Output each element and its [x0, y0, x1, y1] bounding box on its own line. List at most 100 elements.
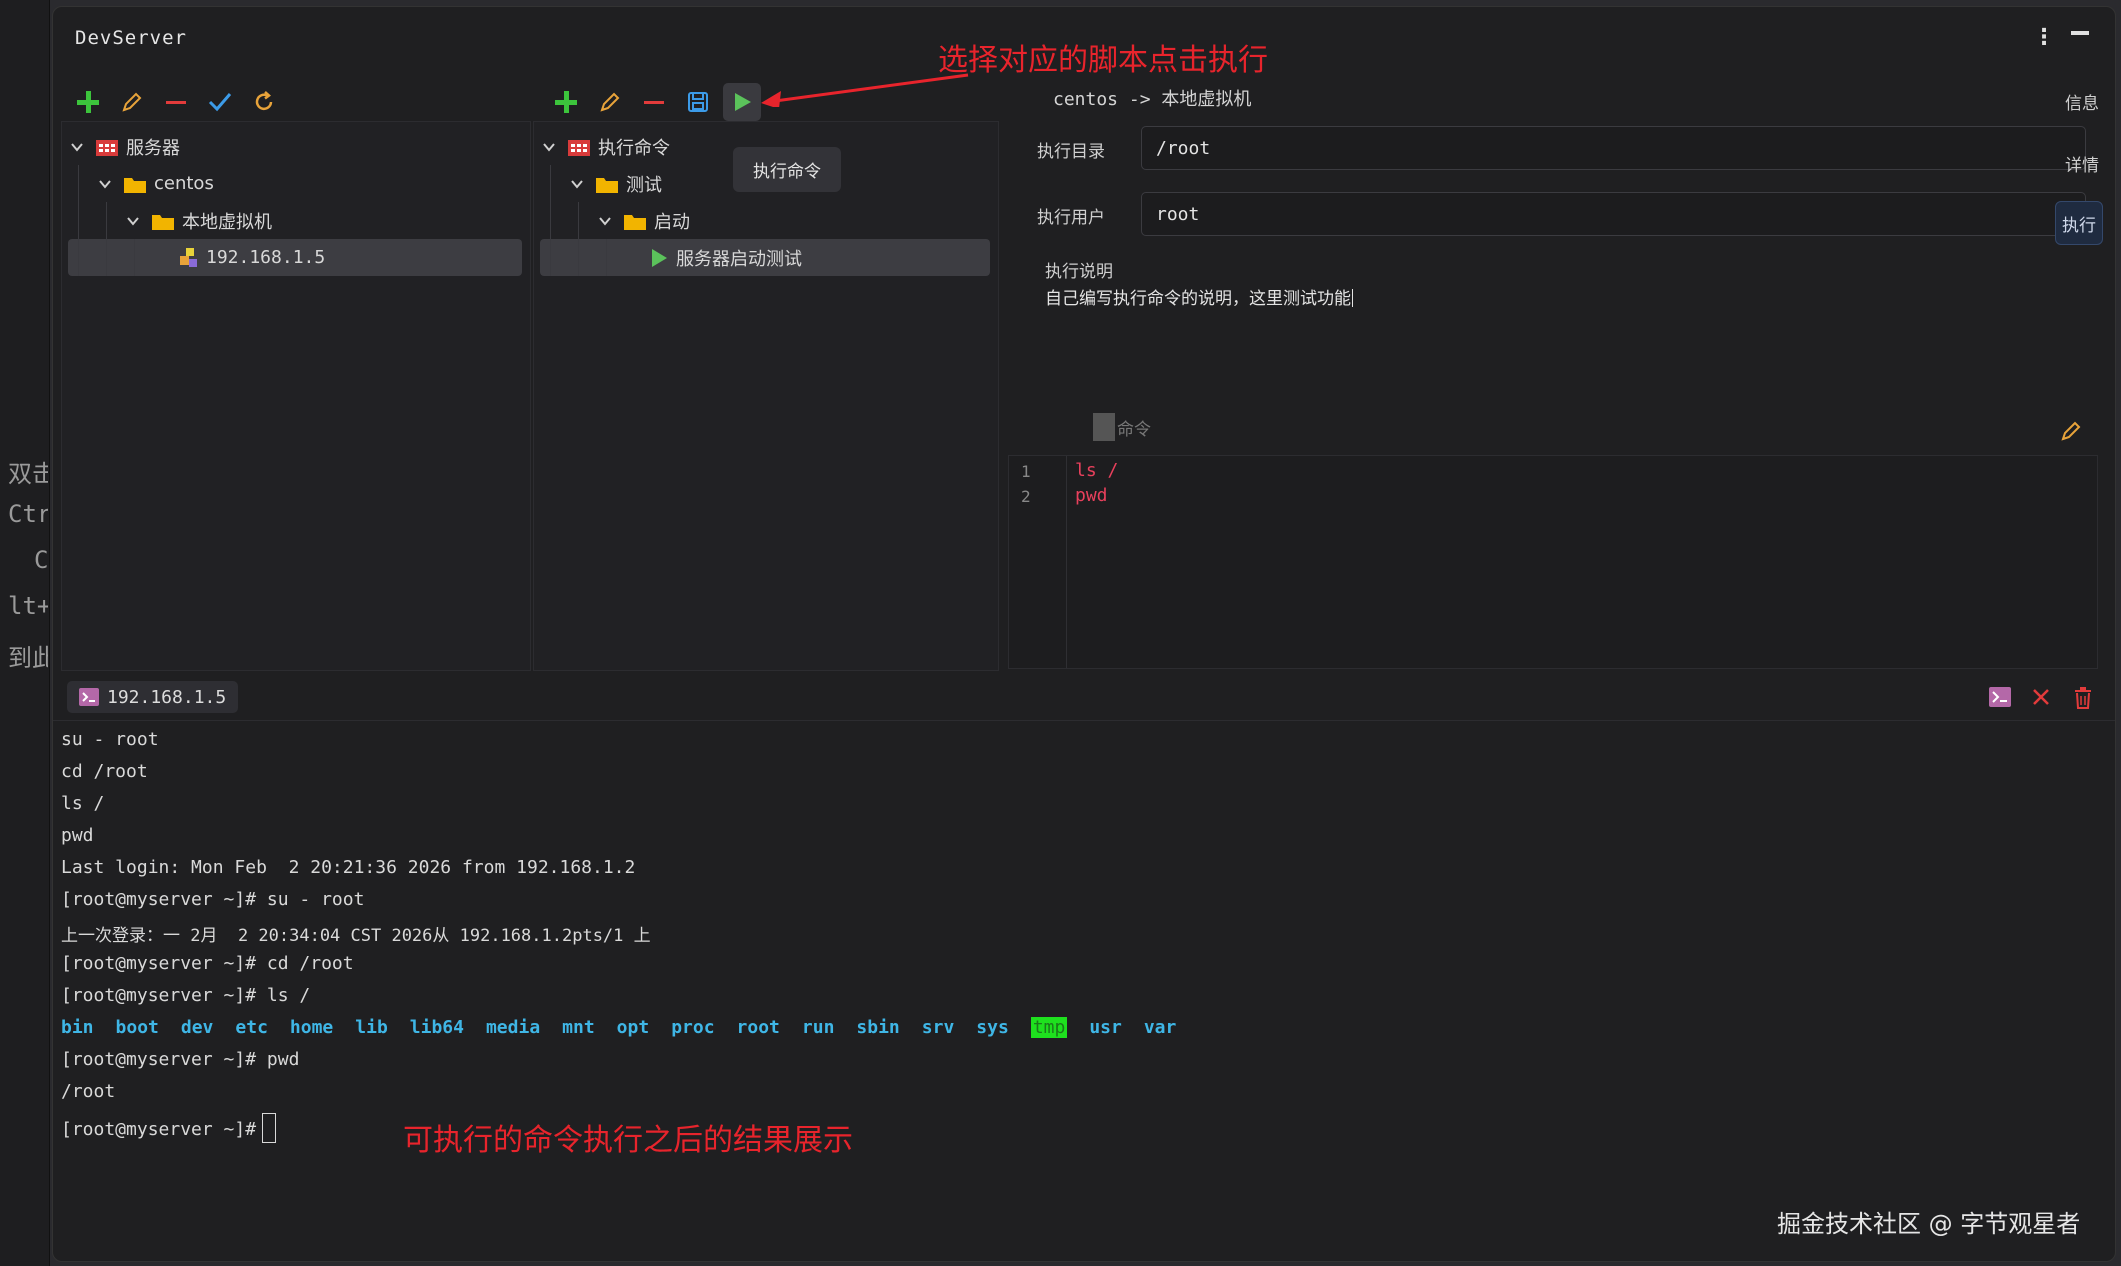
command-toolbar — [547, 83, 761, 123]
terminal-line: cd /root — [61, 761, 148, 782]
terminal-tab-label: 192.168.1.5 — [107, 686, 227, 708]
line-gutter: 1 2 — [1009, 456, 1067, 668]
desc-label: 执行说明 — [1045, 262, 1113, 282]
ls-output-line: bin boot dev etc home lib lib64 media mnt opt proc… — [61, 1017, 1198, 1038]
ls-output-item: srv — [921, 1017, 955, 1038]
edit-code-button[interactable] — [2059, 419, 2083, 447]
terminal-prompt-line: [root@myserver ~]# — [61, 1113, 277, 1143]
clear-terminal-button[interactable] — [2073, 687, 2093, 713]
edit-server-button[interactable] — [113, 83, 151, 121]
add-server-button[interactable] — [69, 83, 107, 121]
tab-details[interactable]: 详情 — [2065, 151, 2099, 176]
annotation-bottom: 可执行的命令执行之后的结果展示 — [403, 1123, 853, 1158]
dir-field[interactable]: /root — [1141, 126, 2086, 170]
add-icon — [555, 91, 577, 113]
close-terminal-button[interactable] — [2031, 687, 2051, 711]
user-field[interactable]: root — [1141, 192, 2086, 236]
terminal-icon — [79, 688, 99, 706]
tab-info[interactable]: 信息 — [2065, 89, 2099, 114]
tree-node-host[interactable]: 192.168.1.5 — [68, 239, 522, 276]
tree-node-local-vm[interactable]: 本地虚拟机 — [68, 202, 522, 239]
ls-output-item: etc — [235, 1017, 268, 1038]
refresh-icon — [255, 91, 273, 111]
tree-node-label: 服务器启动测试 — [676, 248, 802, 270]
refresh-button[interactable] — [245, 83, 283, 121]
terminal-prompt: [root@myserver ~]# — [61, 1119, 257, 1140]
terminal-output[interactable]: su - root cd /root ls / pwd Last login: … — [61, 723, 2107, 1261]
background-window: 双击 Ctrl C lt+ 到此 — [0, 0, 50, 1266]
tree-node-startup[interactable]: 启动 — [540, 202, 990, 239]
edit-command-button[interactable] — [591, 83, 629, 121]
desc-textarea[interactable]: 自己编写执行命令的说明，这里测试功能 — [1045, 284, 1353, 309]
ls-output-item: lib64 — [409, 1017, 464, 1038]
minimize-icon[interactable] — [2071, 31, 2089, 35]
new-terminal-button[interactable] — [1989, 687, 2011, 711]
ls-output-item: home — [289, 1017, 334, 1038]
ls-output-item: media — [485, 1017, 541, 1038]
devserver-window: DevServer ⋮ 选择对应的脚本点击执行 服务器 centos 本地虚拟机… — [52, 6, 2116, 1262]
ls-output-item: bin — [61, 1017, 94, 1038]
code-editor[interactable]: 1 2 ls / pwd — [1008, 455, 2098, 669]
code-line: pwd — [1075, 485, 1108, 506]
ls-output-item: usr — [1089, 1017, 1122, 1038]
terminal-line: [root@myserver ~]# pwd — [61, 1049, 300, 1070]
ls-output-item: tmp — [1030, 1017, 1068, 1038]
chevron-down-icon[interactable] — [124, 212, 142, 230]
dir-value: /root — [1156, 137, 1211, 159]
annotation-arrow-icon — [761, 73, 969, 107]
server-toolbar — [69, 83, 283, 123]
tree-node-label: 执行命令 — [598, 137, 670, 159]
chevron-down-icon[interactable] — [596, 212, 614, 230]
terminal-line: [root@myserver ~]# ls / — [61, 985, 311, 1006]
command-group-icon — [568, 138, 590, 156]
save-command-button[interactable] — [679, 83, 717, 121]
run-tooltip: 执行命令 — [733, 147, 841, 192]
ls-output-item: sys — [976, 1017, 1009, 1038]
server-tree-panel: 服务器 centos 本地虚拟机 192.168.1.5 — [61, 121, 531, 671]
remove-server-button[interactable] — [157, 83, 195, 121]
chevron-down-icon[interactable] — [96, 175, 114, 193]
terminal-line: [root@myserver ~]# su - root — [61, 889, 365, 910]
bg-text-fragment: 到此 — [8, 644, 48, 672]
ls-output-item: dev — [180, 1017, 214, 1038]
tree-node-label: 测试 — [626, 174, 662, 196]
dir-label: 执行目录 — [1037, 142, 1105, 162]
more-menu-icon[interactable]: ⋮ — [2033, 25, 2055, 50]
execute-button[interactable]: 执行 — [2055, 201, 2103, 245]
terminal-line: /root — [61, 1081, 116, 1102]
tree-node-label: 服务器 — [126, 137, 180, 159]
server-group-icon — [96, 138, 118, 156]
tree-node-label: 192.168.1.5 — [206, 247, 326, 268]
add-command-button[interactable] — [547, 83, 585, 121]
terminal-line: su - root — [61, 729, 159, 750]
terminal-cursor — [262, 1113, 277, 1143]
ls-output-item: boot — [115, 1017, 159, 1038]
terminal-tab[interactable]: 192.168.1.5 — [67, 681, 239, 713]
terminal-line: [root@myserver ~]# cd /root — [61, 953, 354, 974]
terminal-line: ls / — [61, 793, 105, 814]
tree-node-server-start-test[interactable]: 服务器启动测试 — [540, 239, 990, 276]
check-connection-button[interactable] — [201, 83, 239, 121]
remove-command-button[interactable] — [635, 83, 673, 121]
chevron-down-icon[interactable] — [68, 138, 86, 156]
command-toggle[interactable] — [1093, 413, 1115, 441]
play-icon — [650, 248, 668, 268]
tree-node-servers[interactable]: 服务器 — [68, 128, 522, 165]
terminal-tabbar: 192.168.1.5 — [53, 673, 2115, 721]
ls-output-item: sbin — [856, 1017, 900, 1038]
minus-icon — [644, 101, 664, 104]
trash-icon — [2075, 687, 2091, 709]
ls-output-item: var — [1143, 1017, 1177, 1038]
minus-icon — [166, 101, 186, 104]
ls-output-item: run — [801, 1017, 835, 1038]
chevron-down-icon[interactable] — [540, 138, 558, 156]
bg-text-fragment: 双击 — [8, 460, 48, 488]
tree-node-centos[interactable]: centos — [68, 165, 522, 202]
chevron-down-icon[interactable] — [568, 175, 586, 193]
command-tree-panel: 执行命令 测试 启动 服务器启动测试 — [533, 121, 999, 671]
pencil-icon — [122, 92, 142, 112]
annotation-top: 选择对应的脚本点击执行 — [938, 43, 1268, 78]
breadcrumb: centos -> 本地虚拟机 — [1053, 89, 1252, 110]
play-icon — [735, 93, 751, 111]
line-number: 1 — [1021, 462, 1031, 481]
